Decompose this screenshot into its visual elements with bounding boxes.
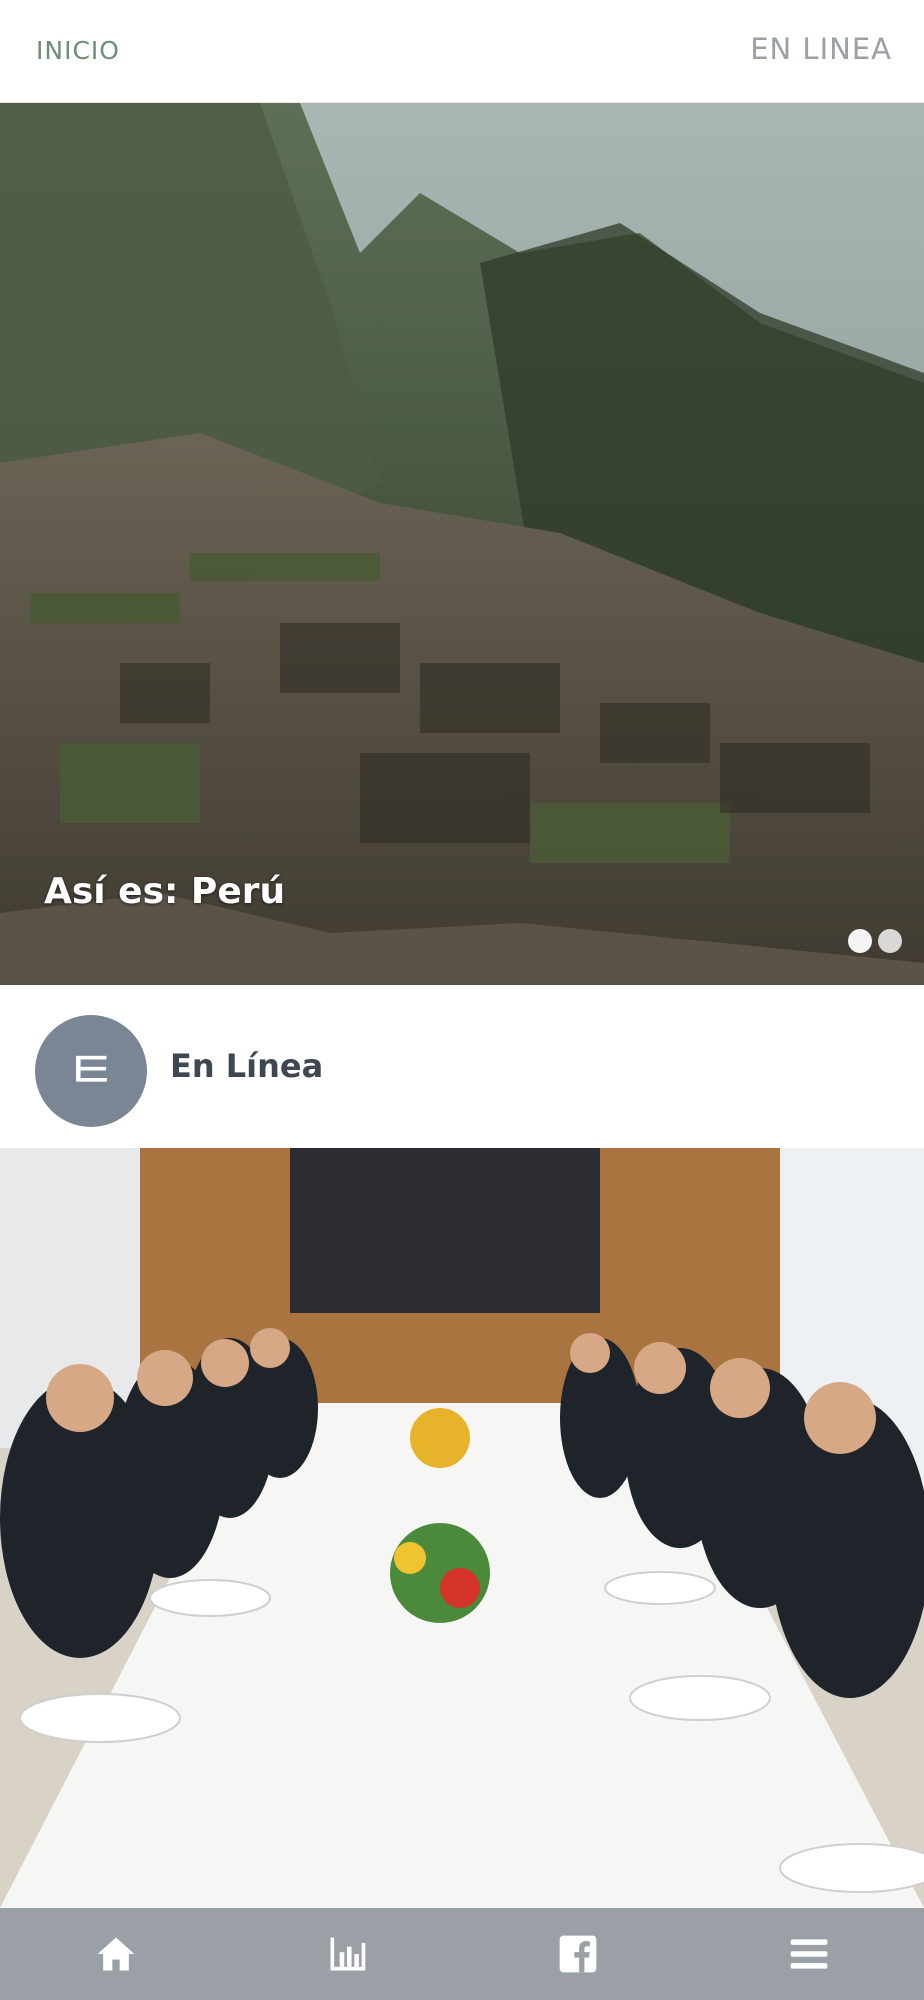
tab-en-linea[interactable]: EN LINEA (750, 32, 892, 66)
nav-home[interactable] (56, 1908, 176, 2000)
nav-stats[interactable] (287, 1908, 407, 2000)
home-icon (97, 1937, 134, 1971)
menu-icon (790, 1939, 827, 1969)
avatar: ㅌ (35, 1015, 147, 1127)
channel-title: En Línea (170, 1047, 324, 1085)
post-image[interactable] (0, 1148, 924, 1908)
hero-caption: Así es: Perú (44, 871, 286, 912)
carousel-indicators (848, 929, 902, 953)
carousel-dot-2[interactable] (878, 929, 902, 953)
hero-image (0, 103, 924, 985)
hero-carousel[interactable]: Así es: Perú (0, 103, 924, 985)
bottom-navigation (0, 1908, 924, 2000)
channel-header[interactable]: ㅌ En Línea (0, 985, 924, 1148)
nav-menu[interactable] (749, 1908, 869, 2000)
carousel-dot-1[interactable] (848, 929, 872, 953)
group-dinner-photo (0, 1148, 924, 1908)
tab-inicio[interactable]: INICIO (36, 36, 120, 65)
facebook-icon (559, 1935, 596, 1973)
nav-facebook[interactable] (518, 1908, 638, 2000)
bar-chart-icon (330, 1937, 365, 1971)
top-navigation: INICIO EN LINEA (0, 0, 924, 103)
channel-logo-icon: ㅌ (66, 1039, 116, 1102)
